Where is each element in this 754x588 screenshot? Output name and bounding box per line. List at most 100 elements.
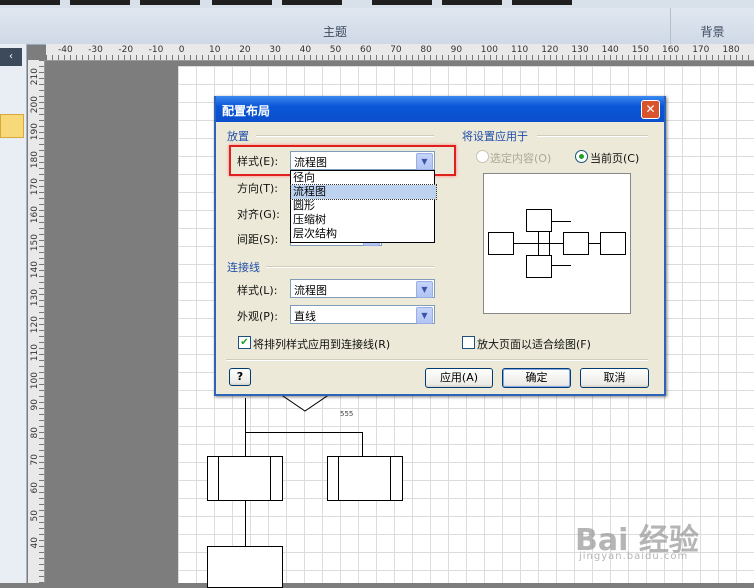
ruler-tick-label: 160 (662, 45, 680, 55)
background-group[interactable]: 背景 (671, 8, 754, 44)
ruler-tick-label: 130 (30, 288, 40, 306)
watermark-sub: jingyan.baidu.com (579, 551, 689, 562)
process-shape[interactable] (207, 456, 283, 501)
apply-routing-checkbox[interactable]: ✔ (238, 336, 251, 349)
ruler-tick-label: 110 (30, 344, 40, 362)
dialog-title-bar[interactable]: 配置布局 ✕ (216, 96, 664, 122)
ruler-tick-label: 120 (30, 316, 40, 334)
connectors-section-title: 连接线 (227, 261, 260, 274)
ruler-tick-label: 90 (450, 45, 463, 55)
direction-label: 方向(T): (237, 182, 279, 195)
ruler-tick-label: -30 (88, 45, 103, 55)
panel-selected-item[interactable] (0, 114, 24, 138)
ruler-tick-label: 30 (269, 45, 281, 55)
ruler-tick-label: 70 (30, 454, 40, 466)
ruler-tick-label: -40 (58, 45, 73, 55)
selection-radio-label[interactable]: 选定内容(O) (490, 150, 551, 166)
ruler-tick-label: 190 (30, 123, 40, 141)
ruler-tick-label: 100 (30, 371, 40, 389)
chevron-down-icon[interactable]: ▼ (416, 281, 433, 298)
dropdown-option-circular[interactable]: 圆形 (291, 199, 436, 213)
ruler-tick-label: 100 (480, 45, 498, 55)
ruler-tick-label: 50 (30, 509, 40, 522)
ruler-tick-label: 60 (360, 45, 372, 55)
selection-radio[interactable] (476, 150, 489, 163)
appearance-label: 外观(P): (237, 310, 278, 323)
ruler-tick-label: 80 (420, 45, 432, 55)
ruler-tick-label: 120 (541, 45, 559, 55)
ruler-tick-label: 170 (30, 178, 40, 196)
ruler-tick-label: 140 (30, 261, 40, 279)
ruler-tick-label: 170 (692, 45, 710, 55)
dropdown-option-compact-tree[interactable]: 压缩树 (291, 213, 436, 227)
ruler-tick-label: 20 (239, 45, 251, 55)
connector (245, 432, 246, 456)
help-icon[interactable]: ? (229, 368, 251, 386)
spacing-label: 间距(S): (237, 233, 279, 246)
ruler-tick-label: 210 (30, 68, 40, 86)
apply-to-section-title: 将设置应用于 (462, 130, 528, 143)
vertical-ruler: 210 200 190 180 170 160 150 140 130 120 110 100 90 80… (28, 60, 45, 583)
ruler-tick-label: 140 (601, 45, 619, 55)
triangle-shape[interactable] (280, 394, 330, 412)
horizontal-ruler: -40 -30 -20 -10 0 10 20 30 40 50 60 70 80 90 100 110 120… (46, 44, 754, 61)
align-label: 对齐(G): (237, 208, 280, 221)
ruler-tick-label: 200 (30, 95, 40, 113)
enlarge-page-checkbox[interactable] (462, 336, 475, 349)
theme-group: 主题 (0, 8, 671, 44)
apply-button[interactable]: 应用(A) (425, 368, 493, 388)
dropdown-option-radial[interactable]: 径向 (291, 171, 436, 185)
ruler-tick-label: 160 (30, 206, 40, 224)
chevron-down-icon[interactable]: ▼ (416, 307, 433, 324)
connector-style-label: 样式(L): (237, 284, 278, 297)
apply-routing-label[interactable]: 将排列样式应用到连接线(R) (253, 336, 390, 352)
ruler-tick-label: 180 (722, 45, 740, 55)
ruler-tick-label: 60 (30, 482, 40, 494)
ruler-tick-label: -20 (118, 45, 134, 55)
ruler-tick-label: 40 (299, 45, 312, 55)
connector-style-value: 流程图 (294, 284, 327, 297)
layout-preview (483, 173, 631, 314)
watermark: Bai 经验 jingyan.baidu.com (575, 515, 745, 575)
panel-collapse-icon[interactable]: ‹ (0, 48, 22, 66)
connector (245, 398, 246, 432)
ruler-tick-label: 150 (30, 233, 40, 251)
footer-divider (226, 359, 648, 361)
connector (245, 432, 362, 433)
section-divider (266, 266, 434, 268)
connector-style-combobox[interactable]: 流程图 ▼ (290, 279, 435, 298)
ruler-tick-label: 70 (390, 45, 402, 55)
ruler-tick-label: 110 (511, 45, 529, 55)
ruler-tick-label: -10 (148, 45, 164, 55)
ruler-tick-label: 40 (30, 537, 40, 549)
dialog-title: 配置布局 (222, 104, 271, 118)
connector (362, 432, 363, 456)
process-shape[interactable] (327, 456, 403, 501)
appearance-combobox[interactable]: 直线 ▼ (290, 305, 435, 324)
style-dropdown-list[interactable]: 径向 流程图 圆形 压缩树 层次结构 (290, 170, 437, 243)
placement-section-title: 放置 (227, 130, 249, 143)
close-icon[interactable]: ✕ (641, 100, 660, 119)
theme-group-label: 主题 (322, 25, 347, 39)
ruler-tick-label: 0 (178, 45, 185, 55)
dropdown-option-flowchart[interactable]: 流程图 (290, 184, 437, 200)
background-group-label: 背景 (700, 25, 725, 39)
ruler-tick-label: 10 (209, 45, 221, 55)
process-shape[interactable] (207, 546, 283, 588)
shape-label: 555 (340, 410, 354, 418)
ok-button[interactable]: 确定 (502, 368, 571, 388)
current-page-radio[interactable] (575, 150, 588, 163)
ribbon-gallery-strip (0, 0, 754, 8)
dropdown-option-hierarchy[interactable]: 层次结构 (291, 227, 436, 241)
current-page-radio-label[interactable]: 当前页(C) (590, 150, 639, 166)
connector (245, 500, 246, 546)
ruler-tick-label: 180 (30, 150, 40, 168)
ruler-tick-label: 150 (631, 45, 649, 55)
ruler-tick-label: 50 (329, 45, 342, 55)
enlarge-page-label[interactable]: 放大页面以适合绘图(F) (477, 336, 591, 352)
ruler-tick-label: 90 (30, 399, 40, 411)
ribbon: 主题 背景 (0, 0, 754, 45)
ruler-tick-label: 130 (571, 45, 589, 55)
section-divider (537, 135, 648, 137)
cancel-button[interactable]: 取消 (580, 368, 649, 388)
